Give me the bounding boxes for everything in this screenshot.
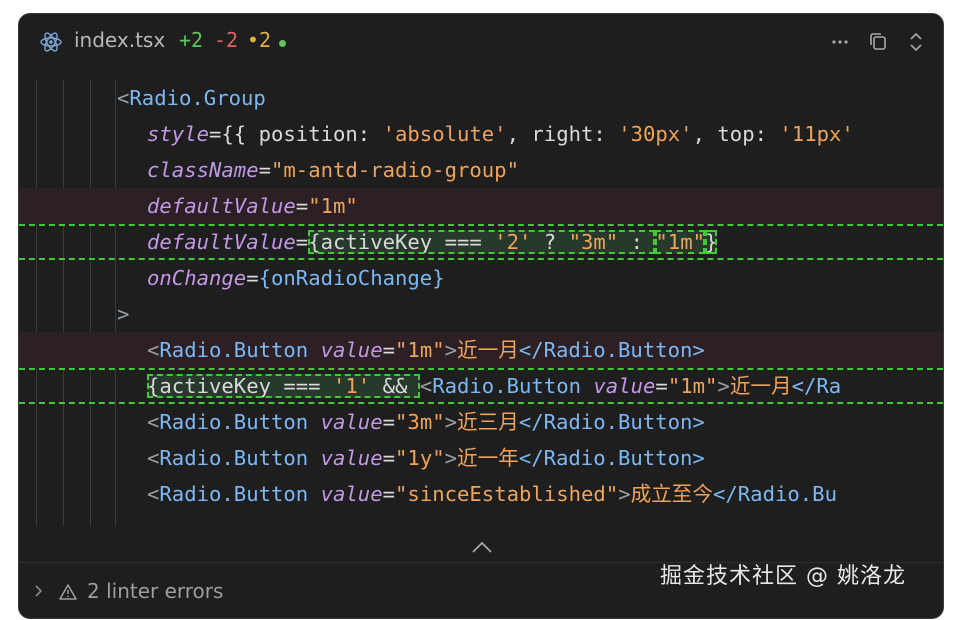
deleted-line: <Radio.Button value="1m">近一月</Radio.Butt… xyxy=(19,332,943,368)
file-name[interactable]: index.tsx xyxy=(74,28,165,52)
deleted-line: defaultValue="1m" xyxy=(19,188,943,224)
chevron-up-icon[interactable] xyxy=(469,538,495,556)
code-line: <Radio.Button value="1y">近一年</Radio.Butt… xyxy=(147,446,705,470)
react-icon xyxy=(40,32,62,52)
copy-icon[interactable] xyxy=(865,28,891,56)
code-view[interactable]: <Radio.Group style={{ position: 'absolut… xyxy=(19,80,943,526)
code-line: <Radio.Group xyxy=(117,86,266,110)
code-line: <Radio.Button value="3m">近三月</Radio.Butt… xyxy=(147,410,705,434)
added-line: {activeKey === '1' && <Radio.Button valu… xyxy=(19,368,943,404)
removed-count: -2 xyxy=(214,28,239,52)
code-line: className="m-antd-radio-group" xyxy=(147,158,519,182)
watermark: 掘金技术社区 @ 姚洛龙 xyxy=(660,564,906,589)
status-dot xyxy=(279,40,286,47)
modified-count: •2 xyxy=(247,28,272,52)
diff-panel: index.tsx +2 -2 •2 <Radio.Group style={{… xyxy=(18,13,944,619)
code-line: style={{ position: 'absolute', right: '3… xyxy=(147,122,854,146)
code-line: <Radio.Button value="sinceEstablished">成… xyxy=(147,482,837,506)
code-line: > xyxy=(117,302,130,326)
code-line: onChange={onRadioChange} xyxy=(147,266,445,290)
chevron-updown-icon[interactable] xyxy=(903,28,929,56)
diff-header: index.tsx +2 -2 •2 xyxy=(19,14,943,72)
warning-icon xyxy=(59,583,77,601)
linter-errors-label[interactable]: 2 linter errors xyxy=(87,579,223,603)
chevron-right-icon[interactable] xyxy=(33,581,45,606)
ellipsis-icon[interactable] xyxy=(827,28,853,56)
added-count: +2 xyxy=(179,28,204,52)
added-line: defaultValue={activeKey === '2' ? "3m" :… xyxy=(19,224,943,260)
